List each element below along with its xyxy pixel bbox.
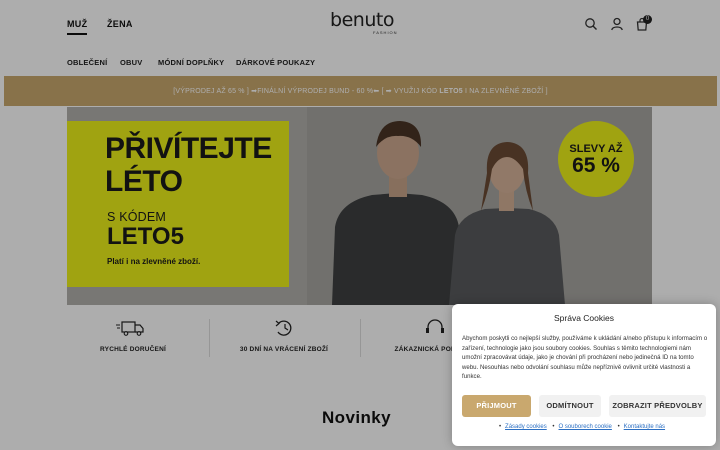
cookie-policy-link[interactable]: Zásady cookies	[505, 424, 547, 430]
contact-us-link[interactable]: Kontaktujte nás	[624, 424, 665, 430]
cookie-consent-dialog: Správa Cookies Abychom poskytli co nejle…	[452, 304, 716, 446]
show-preferences-button[interactable]: ZOBRAZIT PŘEDVOLBY	[609, 395, 706, 417]
cookie-dialog-text: Abychom poskytli co nejlepší služby, pou…	[462, 335, 708, 380]
accept-cookies-button[interactable]: PŘIJMOUT	[462, 395, 531, 417]
about-cookies-link[interactable]: O souborech cookie	[559, 424, 612, 430]
cookie-links: • Zásady cookies • O souborech cookie • Kon…	[498, 424, 666, 430]
cookie-dialog-title: Správa Cookies	[553, 313, 614, 323]
deny-cookies-button[interactable]: ODMÍTNOUT	[539, 395, 601, 417]
